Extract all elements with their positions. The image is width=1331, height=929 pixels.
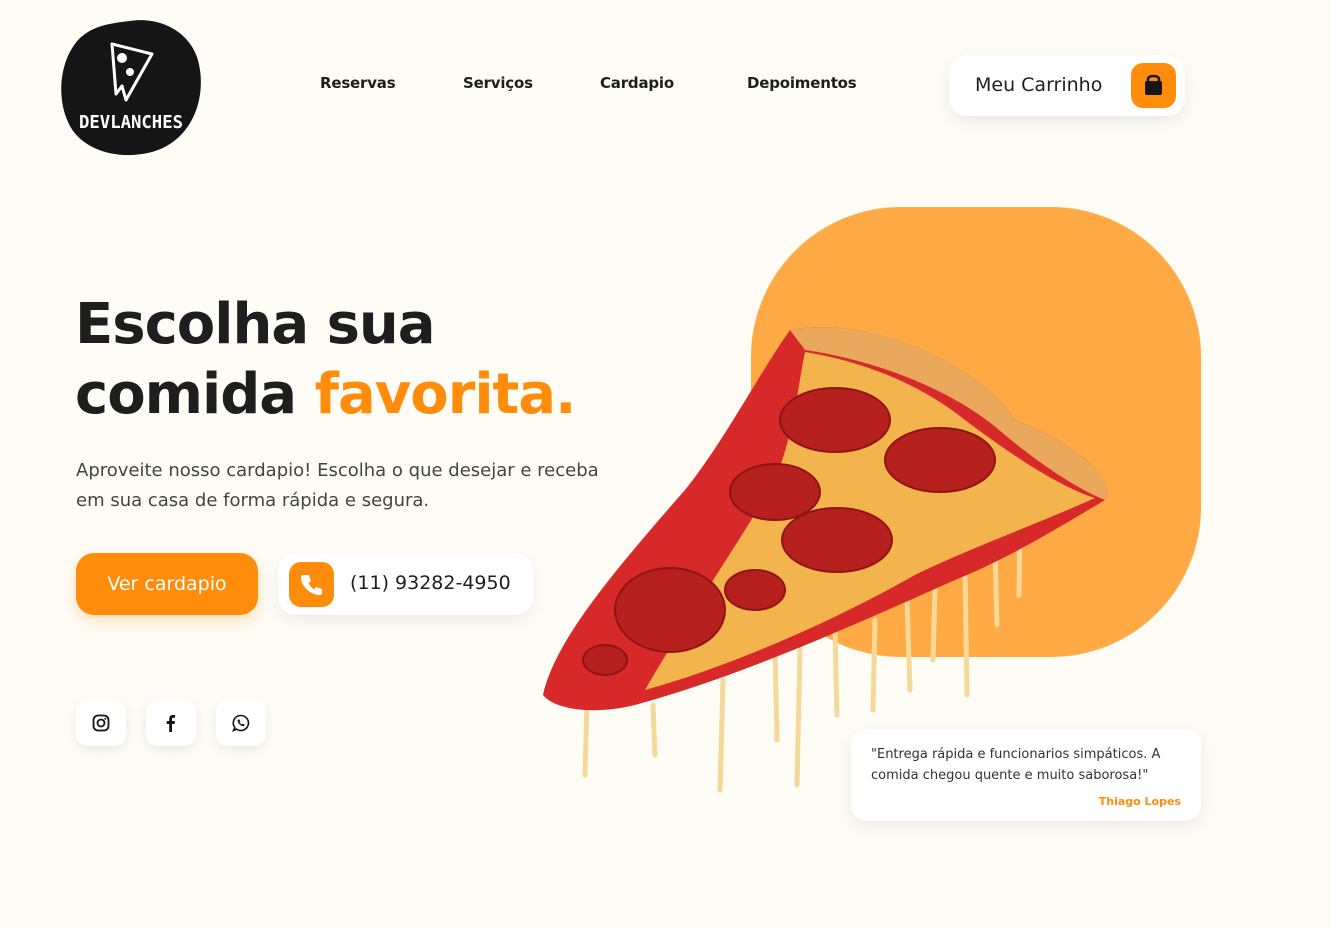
instagram-icon <box>92 714 110 731</box>
cart-label: Meu Carrinho <box>975 74 1103 96</box>
brand-logo-text: DEVLANCHES <box>79 112 183 133</box>
hero-title: Escolha sua comida favorita. <box>75 290 576 430</box>
whatsapp-button[interactable] <box>216 699 266 746</box>
hero-title-line1: Escolha sua <box>75 292 436 357</box>
nav-reservas[interactable]: Reservas <box>320 74 396 92</box>
phone-contact[interactable]: (11) 93282-4950 <box>278 553 533 615</box>
cart-icon-button[interactable] <box>1131 63 1176 108</box>
testimonial-author: Thiago Lopes <box>1098 795 1181 808</box>
phone-number: (11) 93282-4950 <box>350 572 511 594</box>
facebook-button[interactable] <box>146 699 196 746</box>
phone-icon-button[interactable] <box>289 562 334 607</box>
shopping-bag-icon <box>1145 74 1162 95</box>
testimonial-text: "Entrega rápida e funcionarios simpático… <box>871 747 1161 783</box>
nav-cardapio[interactable]: Cardapio <box>600 74 674 92</box>
nav-depoimentos[interactable]: Depoimentos <box>747 74 857 92</box>
pizza-slice-image <box>543 327 1108 793</box>
facebook-icon <box>166 714 176 732</box>
cart-button[interactable]: Meu Carrinho <box>949 55 1185 116</box>
hero-title-line2-prefix: comida <box>75 362 315 427</box>
nav-servicos[interactable]: Serviços <box>463 74 533 92</box>
testimonial-card: "Entrega rápida e funcionarios simpático… <box>851 729 1201 821</box>
whatsapp-icon <box>232 714 250 732</box>
instagram-button[interactable] <box>76 699 126 746</box>
view-menu-button[interactable]: Ver cardapio <box>76 553 258 615</box>
phone-icon <box>301 575 322 595</box>
brand-logo[interactable]: DEVLANCHES <box>60 18 202 156</box>
